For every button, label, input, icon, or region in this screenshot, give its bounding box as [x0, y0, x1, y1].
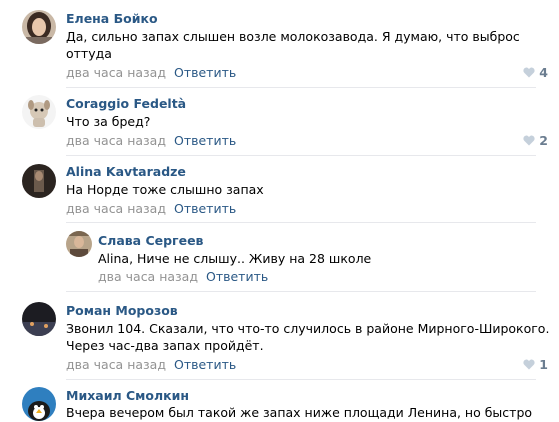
avatar[interactable]	[22, 387, 56, 421]
heart-icon	[523, 359, 535, 370]
heart-icon	[523, 135, 535, 146]
avatar[interactable]	[22, 164, 56, 198]
comment-text-line: Звонил 104. Сказали, что что-то случилос…	[66, 321, 550, 336]
comment-text-line: Что за бред?	[66, 114, 151, 129]
like-button[interactable]: 4	[523, 65, 548, 80]
comment-author[interactable]: Михаил Смолкин	[66, 388, 189, 403]
comments-feed: Елена Бойко Да, сильно запах слышен возл…	[0, 0, 559, 421]
comment-time[interactable]: два часа назад	[66, 357, 166, 372]
reply-link[interactable]: Ответить	[206, 269, 268, 284]
comment-time[interactable]: два часа назад	[98, 269, 198, 284]
like-count: 1	[539, 357, 548, 372]
comment-author[interactable]: Alina Kavtaradze	[66, 164, 186, 179]
separator	[66, 291, 536, 292]
comment-text-line: На Норде тоже слышно запах	[66, 182, 264, 197]
like-count: 2	[539, 133, 548, 148]
comment-time[interactable]: два часа назад	[66, 65, 166, 80]
comment-text-line: Да, сильно запах слышен возле молокозаво…	[66, 29, 520, 44]
reply-link[interactable]: Ответить	[174, 201, 236, 216]
avatar-photo	[22, 10, 56, 44]
avatar-photo	[22, 302, 56, 336]
reply-link[interactable]: Ответить	[174, 65, 236, 80]
reply-link[interactable]: Ответить	[174, 133, 236, 148]
reply-link[interactable]: Ответить	[174, 357, 236, 372]
comment-meta: два часа назад Ответить	[66, 201, 236, 216]
separator	[66, 87, 536, 88]
avatar[interactable]	[22, 302, 56, 336]
comment-author[interactable]: Coraggio Fedeltà	[66, 96, 186, 111]
avatar-photo	[22, 164, 56, 198]
comment-text-line: оттуда	[66, 46, 112, 61]
avatar-photo	[22, 95, 56, 129]
comment-time[interactable]: два часа назад	[66, 133, 166, 148]
avatar-photo	[66, 231, 92, 257]
separator	[66, 379, 536, 380]
avatar[interactable]	[22, 10, 56, 44]
comment-author[interactable]: Слава Сергеев	[98, 233, 203, 248]
comment-text-line: Через час-два запах пройдёт.	[66, 338, 264, 353]
comment-meta: два часа назад Ответить	[66, 133, 236, 148]
comment-author[interactable]: Роман Морозов	[66, 303, 178, 318]
like-count: 4	[539, 65, 548, 80]
comment-text-line: Вчера вечером был такой же запах ниже пл…	[66, 405, 533, 420]
avatar[interactable]	[22, 95, 56, 129]
like-button[interactable]: 2	[523, 133, 548, 148]
comment-meta: два часа назад Ответить	[66, 357, 236, 372]
comment-author[interactable]: Елена Бойко	[66, 11, 158, 26]
comment-meta: два часа назад Ответить	[66, 65, 236, 80]
separator	[66, 222, 536, 223]
comment-text-line: Alina, Ниче не слышу.. Живу на 28 школе	[98, 251, 372, 266]
separator	[66, 155, 536, 156]
avatar[interactable]	[66, 231, 92, 257]
avatar-photo	[22, 387, 56, 421]
comment-time[interactable]: два часа назад	[66, 201, 166, 216]
heart-icon	[523, 67, 535, 78]
comment-meta: два часа назад Ответить	[98, 269, 268, 284]
like-button[interactable]: 1	[523, 357, 548, 372]
